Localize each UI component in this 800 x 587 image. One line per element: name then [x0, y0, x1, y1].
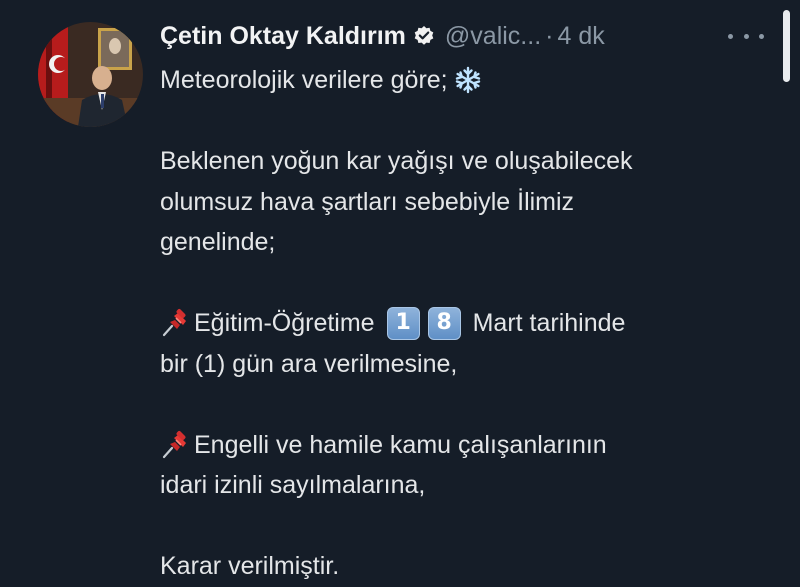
tweet-line-text: Beklenen yoğun kar yağışı ve oluşabilece… — [160, 147, 633, 175]
verified-badge-icon — [413, 25, 435, 47]
tweet-text: Meteorolojik verilere göre; Beklenen yoğ… — [160, 60, 760, 587]
tweet-line: Karar verilmiştir. — [160, 546, 760, 587]
pushpin-emoji — [160, 308, 190, 338]
author-handle[interactable]: @valic... — [445, 22, 541, 51]
keycap-digit-one: 1 — [386, 306, 420, 340]
keycap-digit-eight: 8 — [427, 306, 461, 340]
tweet-line: Engelli ve hamile kamu çalışanlarının — [160, 425, 760, 466]
snowflake-emoji — [454, 66, 482, 94]
tweet-header: Çetin Oktay Kaldırım @valic... · 4 dk — [160, 18, 605, 54]
tweet-line-text: olumsuz hava şartları sebebiyle İlimiz — [160, 187, 575, 216]
tweet-line: genelinde; — [160, 222, 760, 263]
tweet-line-text: Mart tarihinde — [472, 309, 626, 337]
more-options-icon[interactable] — [728, 22, 764, 50]
tweet-line: Beklenen yoğun kar yağışı ve oluşabilece… — [160, 141, 760, 182]
tweet-line: bir (1) gün ara verilmesine, — [160, 344, 760, 385]
tweet: Çetin Oktay Kaldırım @valic... · 4 dk Me… — [0, 0, 800, 583]
separator-dot: · — [545, 21, 554, 50]
avatar-image — [38, 22, 143, 127]
avatar[interactable] — [38, 22, 143, 127]
tweet-line-text: idari izinli sayılmalarına, — [160, 471, 426, 499]
tweet-time[interactable]: 4 dk — [557, 22, 604, 51]
tweet-line-text: Karar verilmiştir. — [160, 552, 340, 580]
tweet-line-text: Meteorolojik verilere göre; — [160, 66, 448, 94]
tweet-line: idari izinli sayılmalarına, — [160, 465, 760, 506]
tweet-line-text: Eğitim-Öğretime — [194, 309, 375, 337]
tweet-line: olumsuz hava şartları sebebiyle İlimiz — [160, 182, 760, 223]
tweet-line: Meteorolojik verilere göre; — [160, 60, 760, 101]
tweet-line: Eğitim-Öğretime 1 8 Mart tarihinde — [160, 303, 760, 344]
scrollbar[interactable] — [783, 10, 790, 82]
tweet-line-text: bir (1) gün ara verilmesine, — [160, 349, 458, 378]
tweet-line-text: genelinde; — [160, 228, 276, 256]
pushpin-emoji — [160, 430, 190, 460]
tweet-line-text: Engelli ve hamile kamu çalışanlarının — [194, 430, 607, 459]
author-name[interactable]: Çetin Oktay Kaldırım — [160, 22, 406, 51]
